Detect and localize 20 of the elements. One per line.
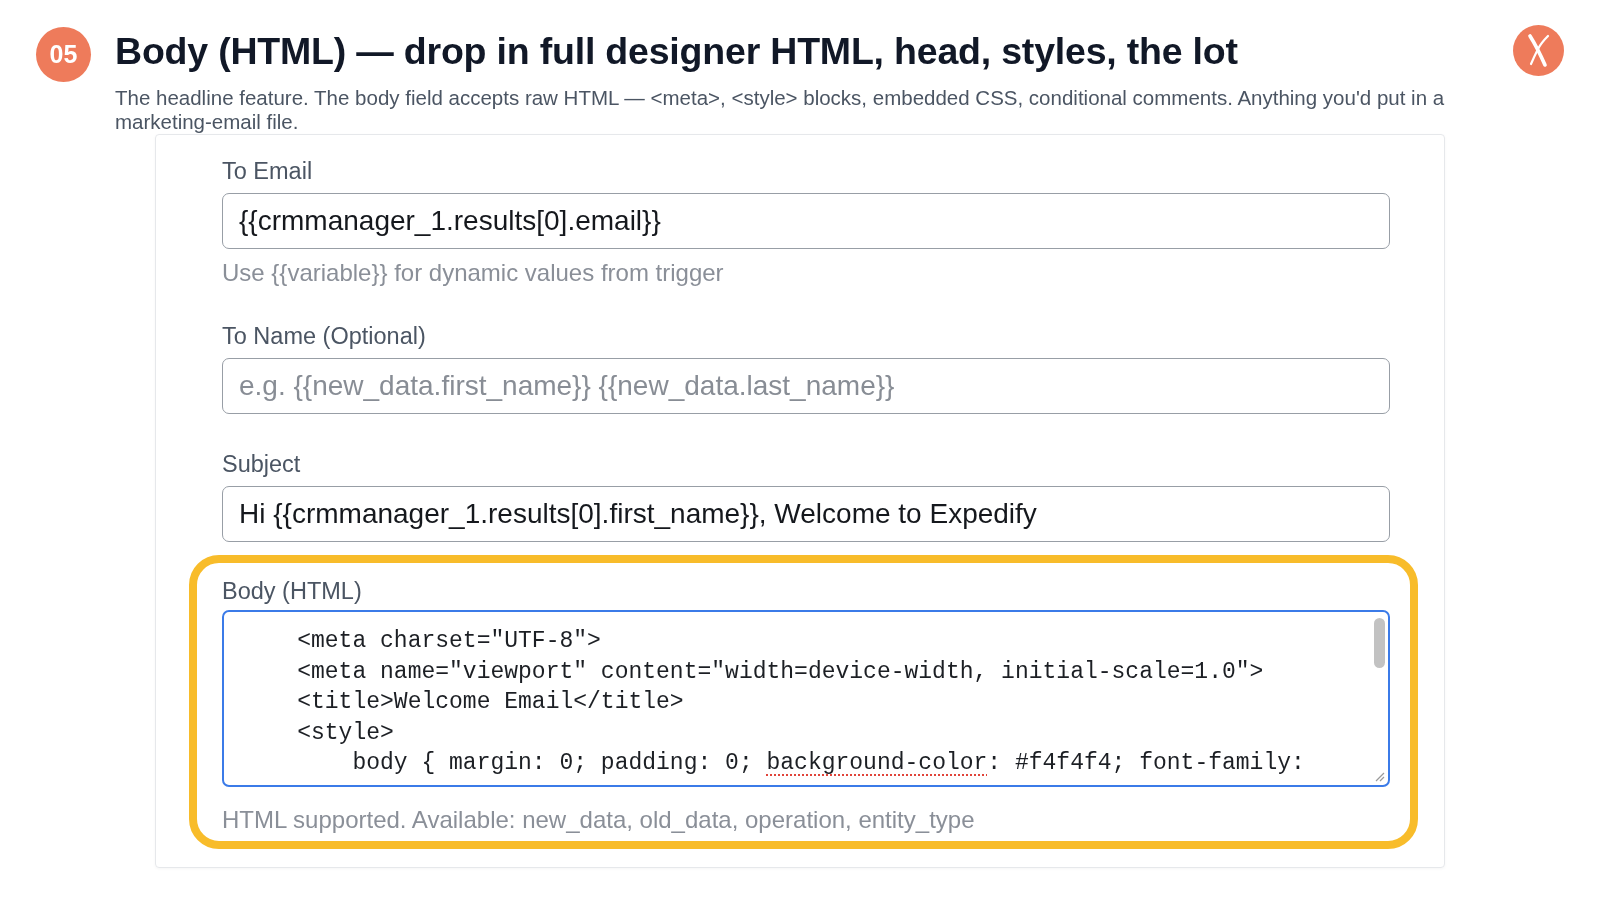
code-line: <title>Welcome Email</title> [296,688,684,718]
step-badge: 05 [36,27,91,82]
input-field[interactable]: {{crmmanager_1.results[0].email}} [222,193,1390,249]
resize-grip-icon[interactable] [1375,772,1385,782]
code-editor-field[interactable]: <meta charset="UTF-8"> <meta name="viewport" content="width=device-width, initial-scale=1.0"> <title>Welcome Email</title> <style> body { margin: 0; padding: 0; background-color: #f4f4f4; font-family: [222,610,1390,787]
field-label: To Name (Optional) [222,323,427,350]
logo-icon [1513,25,1564,76]
code-line: <meta name="viewport" content="width=device-width, initial-scale=1.0"> [296,657,1264,687]
field-hint: Use {{variable}} for dynamic values from trigger [222,259,725,286]
code-line: body { margin: 0; padding: 0; background-color: #f4f4f4; font-family: [351,749,1305,779]
field-label: To Email [222,158,314,185]
scrollbar-thumb[interactable] [1374,618,1385,668]
page-description: The headline feature. The body field accepts raw HTML — <meta>, <style> blocks, embedded CSS, conditional comments. Anything you'd put in a marketing-email file. [115,86,1446,134]
field-label: Subject [222,451,302,478]
field-hint: HTML supported. Available: new_data, old_data, operation, entity_type [222,806,976,833]
code-line: <style> [296,718,394,748]
field-label: Body (HTML) [222,578,363,605]
code-line: <meta charset="UTF-8"> [296,627,601,656]
page-title: Body (HTML) — drop in full designer HTML, head, styles, the lot [115,29,1239,74]
input-field[interactable]: Hi {{crmmanager_1.results[0].first_name}}, Welcome to Expedify [222,486,1390,542]
